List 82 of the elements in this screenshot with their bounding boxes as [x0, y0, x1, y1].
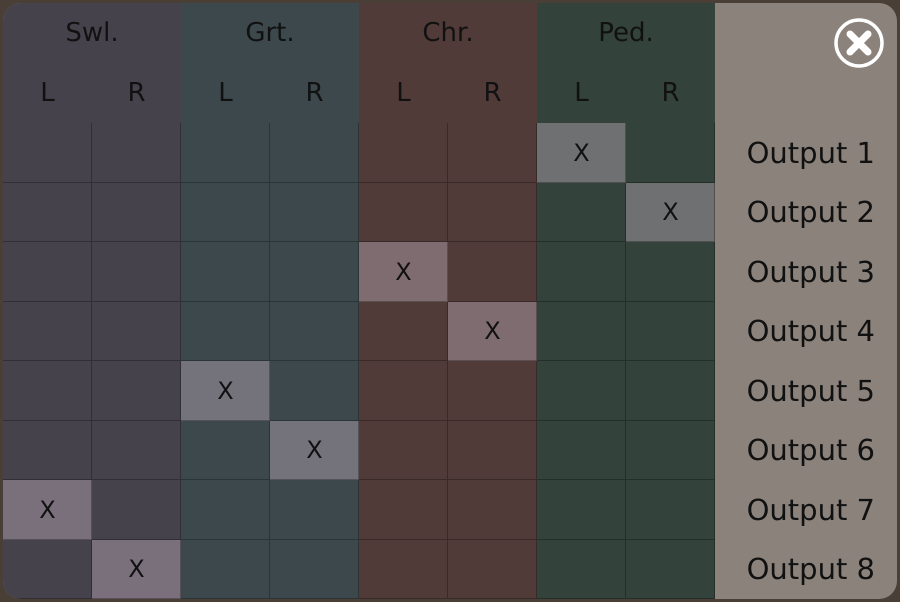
output-label: Output 5: [746, 372, 876, 410]
routing-cell[interactable]: [626, 540, 715, 599]
routing-cell[interactable]: [3, 182, 92, 242]
routing-cell[interactable]: [181, 182, 270, 242]
routing-cell[interactable]: X: [3, 480, 92, 540]
routing-cell[interactable]: X: [359, 242, 448, 302]
routing-cell[interactable]: [448, 540, 537, 599]
channel-header: R: [92, 63, 181, 123]
routing-cell[interactable]: [270, 123, 359, 182]
output-label: Output 8: [746, 551, 876, 588]
routing-cell[interactable]: [537, 361, 626, 420]
routing-cell[interactable]: [270, 361, 359, 420]
routing-cell[interactable]: [448, 242, 537, 302]
routing-cell[interactable]: X: [270, 420, 359, 480]
routing-cell[interactable]: [537, 242, 626, 302]
routing-cell[interactable]: X: [181, 361, 270, 420]
channel-header: L: [359, 63, 448, 123]
routing-cell[interactable]: [181, 540, 270, 599]
routing-cell[interactable]: [626, 302, 715, 361]
routing-cell[interactable]: [537, 302, 626, 361]
routing-cell[interactable]: [3, 420, 92, 480]
routing-cell[interactable]: [359, 302, 448, 361]
routing-cell[interactable]: [359, 480, 448, 540]
routing-cell[interactable]: [626, 420, 715, 480]
routing-cell[interactable]: [3, 123, 92, 182]
routing-cell[interactable]: [359, 182, 448, 242]
routing-cell[interactable]: [92, 182, 181, 242]
routing-cell[interactable]: [92, 302, 181, 361]
routing-cell[interactable]: [181, 420, 270, 480]
routing-cell[interactable]: [537, 540, 626, 599]
routing-cell[interactable]: [181, 242, 270, 302]
channel-header: R: [270, 63, 359, 123]
routing-cell[interactable]: [626, 480, 715, 540]
routing-cell[interactable]: [3, 540, 92, 599]
routing-cell[interactable]: [448, 361, 537, 420]
routing-cell[interactable]: X: [448, 302, 537, 361]
routing-cell[interactable]: [537, 182, 626, 242]
routing-cell[interactable]: [270, 302, 359, 361]
routing-cell[interactable]: [92, 480, 181, 540]
routing-cell[interactable]: [359, 361, 448, 420]
routing-cell[interactable]: [92, 420, 181, 480]
routing-cell[interactable]: [359, 123, 448, 182]
close-button[interactable]: [833, 17, 885, 69]
routing-cell[interactable]: [92, 361, 181, 420]
routing-cell[interactable]: [448, 182, 537, 242]
group-header: Grt.: [181, 3, 359, 63]
output-label: Output 1: [746, 134, 876, 172]
output-label: Output 4: [746, 313, 876, 350]
output-label: Output 3: [746, 254, 876, 291]
output-label: Output 2: [746, 194, 876, 232]
routing-cell[interactable]: [626, 123, 715, 182]
routing-cell[interactable]: [181, 302, 270, 361]
routing-cell[interactable]: [626, 361, 715, 420]
routing-cell[interactable]: [181, 480, 270, 540]
routing-cell[interactable]: [537, 420, 626, 480]
routing-cell[interactable]: [3, 361, 92, 420]
routing-cell[interactable]: [3, 302, 92, 361]
routing-cell[interactable]: [92, 123, 181, 182]
routing-cell[interactable]: [270, 540, 359, 599]
channel-header: R: [448, 63, 537, 123]
routing-cell[interactable]: [448, 420, 537, 480]
routing-cell[interactable]: X: [626, 182, 715, 242]
routing-cell[interactable]: [626, 242, 715, 302]
channel-header: L: [3, 63, 92, 123]
routing-cell[interactable]: [448, 480, 537, 540]
routing-cell[interactable]: [359, 420, 448, 480]
routing-cell[interactable]: [92, 242, 181, 302]
routing-cell[interactable]: [270, 242, 359, 302]
routing-cell[interactable]: X: [92, 540, 181, 599]
group-header: Chr.: [359, 3, 537, 63]
routing-cell[interactable]: [270, 480, 359, 540]
routing-cell[interactable]: [181, 123, 270, 182]
routing-cell[interactable]: [537, 480, 626, 540]
routing-cell[interactable]: [3, 242, 92, 302]
routing-cell[interactable]: [448, 123, 537, 182]
output-label: Output 6: [746, 432, 876, 470]
output-label: Output 7: [746, 492, 876, 529]
channel-header: L: [181, 63, 270, 123]
routing-cell[interactable]: [270, 182, 359, 242]
group-header: Swl.: [3, 3, 181, 63]
routing-cell[interactable]: [359, 540, 448, 599]
routing-cell[interactable]: X: [537, 123, 626, 182]
